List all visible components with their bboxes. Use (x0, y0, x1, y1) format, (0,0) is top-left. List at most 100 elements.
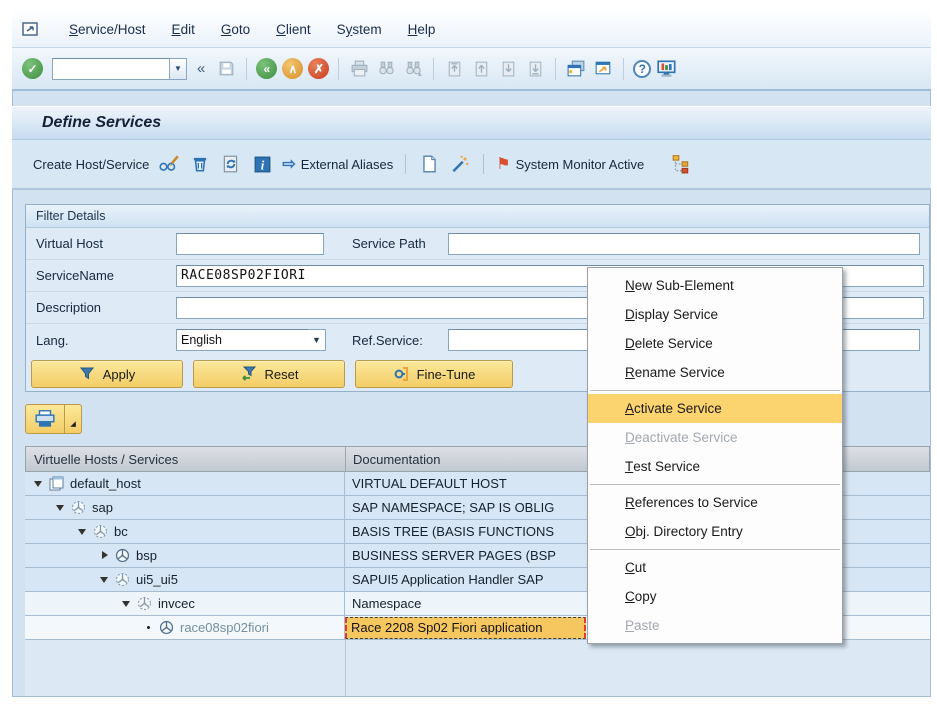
expander-open-icon[interactable] (97, 572, 112, 587)
first-page-icon[interactable] (443, 58, 465, 80)
selected-documentation-cell[interactable]: Race 2208 Sp02 Fiori application (345, 617, 586, 639)
command-field[interactable]: ▼ (52, 58, 187, 80)
toolbar-separator (433, 58, 434, 80)
tree-node-label[interactable]: bc (114, 524, 128, 539)
menu-item-references-to-service[interactable]: References to Service (588, 488, 842, 517)
refresh-icon[interactable] (220, 153, 242, 175)
find-next-icon[interactable] (402, 58, 424, 80)
expander-open-icon[interactable] (119, 596, 134, 611)
save-icon[interactable] (215, 58, 237, 80)
service-path-label: Service Path (352, 236, 448, 251)
service-path-input[interactable] (448, 233, 920, 255)
hierarchy-icon[interactable] (670, 153, 692, 175)
fine-tune-button[interactable]: Fine-Tune (355, 360, 513, 388)
back-icon[interactable]: « (256, 58, 277, 79)
menu-item-test-service[interactable]: Test Service (588, 452, 842, 481)
menu-item-new-sub-element[interactable]: New Sub-Element (588, 271, 842, 300)
document-icon[interactable] (418, 153, 440, 175)
menu-item-display-service[interactable]: Display Service (588, 300, 842, 329)
info-icon[interactable]: i (251, 153, 273, 175)
delete-icon[interactable] (189, 153, 211, 175)
page-title: Define Services (42, 114, 161, 132)
print-button[interactable] (25, 404, 65, 434)
documentation-cell[interactable]: BASIS TREE (BASIS FUNCTIONS (352, 524, 554, 539)
tree-node-label[interactable]: invcec (158, 596, 195, 611)
help-icon[interactable]: ? (633, 60, 651, 78)
tree-node-label[interactable]: default_host (70, 476, 141, 491)
chevron-down-icon[interactable]: ▼ (308, 329, 326, 351)
create-host-service-button[interactable]: Create Host/Service (33, 157, 149, 172)
find-icon[interactable] (375, 58, 397, 80)
apply-button[interactable]: Apply (31, 360, 183, 388)
apptoolbar-separator (483, 154, 484, 174)
documentation-cell[interactable]: Namespace (352, 596, 421, 611)
tree-node-label[interactable]: ui5_ui5 (136, 572, 178, 587)
last-page-icon[interactable] (524, 58, 546, 80)
filter-group-title: Filter Details (36, 209, 105, 223)
menu-item-cut[interactable]: Cut (588, 553, 842, 582)
print-icon[interactable] (348, 58, 370, 80)
filter-group-header: Filter Details (26, 205, 929, 228)
leaf-bullet-icon (141, 620, 156, 635)
menu-item-copy[interactable]: Copy (588, 582, 842, 611)
wizard-wand-icon[interactable] (449, 153, 471, 175)
documentation-cell[interactable]: SAP NAMESPACE; SAP IS OBLIG (352, 500, 554, 515)
documentation-cell[interactable]: VIRTUAL DEFAULT HOST (352, 476, 507, 491)
menu-item-rename-service[interactable]: Rename Service (588, 358, 842, 387)
language-select[interactable]: ▼ (176, 329, 326, 351)
command-dropdown-icon[interactable]: ▼ (170, 58, 187, 80)
service-icon-inactive (92, 523, 110, 540)
documentation-cell[interactable]: BUSINESS SERVER PAGES (BSP (352, 548, 556, 563)
expander-open-icon[interactable] (31, 476, 46, 491)
service-icon-inactive (114, 571, 132, 588)
language-label: Lang. (36, 333, 176, 348)
expander-open-icon[interactable] (75, 524, 90, 539)
system-menu-icon[interactable] (22, 22, 39, 37)
collapse-command-icon[interactable]: « (192, 60, 210, 77)
service-icon-inactive (70, 499, 88, 516)
expander-closed-icon[interactable] (97, 548, 112, 563)
enter-icon[interactable]: ✓ (22, 58, 43, 79)
context-menu: New Sub-Element Display Service Delete S… (587, 267, 843, 644)
menu-edit[interactable]: Edit (172, 22, 195, 37)
tree-node-label[interactable]: bsp (136, 548, 157, 563)
menu-item-activate-service[interactable]: Activate Service (588, 394, 842, 423)
new-session-icon[interactable] (565, 58, 587, 80)
tree-node-label[interactable]: sap (92, 500, 113, 515)
application-toolbar: Create Host/Service i ⇨ External Aliases… (12, 140, 931, 190)
fine-tune-icon (393, 366, 409, 382)
menu-system[interactable]: System (337, 22, 382, 37)
host-icon (48, 475, 66, 492)
menu-item-delete-service[interactable]: Delete Service (588, 329, 842, 358)
previous-page-icon[interactable] (470, 58, 492, 80)
next-page-icon[interactable] (497, 58, 519, 80)
tree-node-label[interactable]: race08sp02fiori (180, 620, 269, 635)
menu-service-host[interactable]: Service/Host (69, 22, 146, 37)
reset-button[interactable]: Reset (193, 360, 345, 388)
title-bar: Define Services (12, 106, 931, 140)
description-label: Description (36, 300, 176, 315)
documentation-cell[interactable]: SAPUI5 Application Handler SAP (352, 572, 544, 587)
customize-layout-icon[interactable] (656, 58, 678, 80)
virtual-host-row: Virtual Host Service Path (26, 228, 929, 260)
menu-item-obj-directory-entry[interactable]: Obj. Directory Entry (588, 517, 842, 546)
hosts-services-column-header[interactable]: Virtuelle Hosts / Services (26, 447, 346, 471)
print-options-dropdown[interactable] (65, 404, 82, 434)
ref-service-label: Ref.Service: (352, 333, 448, 348)
menu-goto[interactable]: Goto (221, 22, 250, 37)
command-input[interactable] (52, 58, 170, 80)
create-shortcut-icon[interactable] (592, 58, 614, 80)
external-aliases-button[interactable]: External Aliases (301, 157, 394, 172)
expander-open-icon[interactable] (53, 500, 68, 515)
virtual-host-input[interactable] (176, 233, 324, 255)
language-value[interactable] (176, 329, 308, 351)
display-change-icon[interactable] (158, 153, 180, 175)
menu-client[interactable]: Client (276, 22, 311, 37)
exit-icon[interactable]: ∧ (282, 58, 303, 79)
virtual-host-label: Virtual Host (36, 236, 176, 251)
cancel-icon[interactable]: ✗ (308, 58, 329, 79)
toolbar-separator (623, 58, 624, 80)
svg-text:i: i (261, 158, 265, 172)
system-monitor-active-button[interactable]: System Monitor Active (516, 157, 645, 172)
menu-help[interactable]: Help (408, 22, 436, 37)
